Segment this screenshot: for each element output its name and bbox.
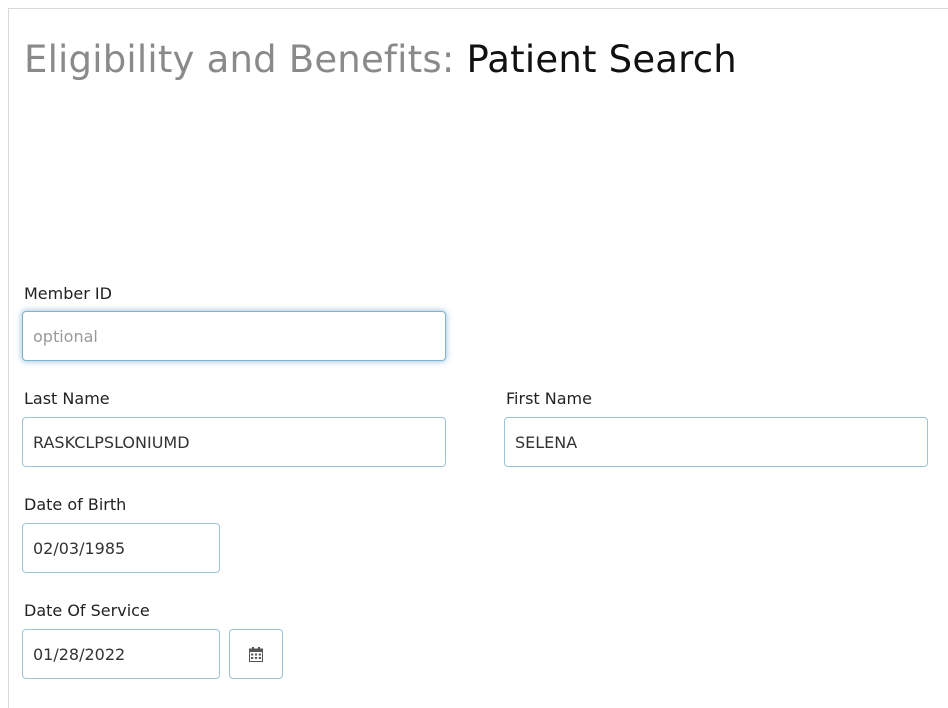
first-name-input[interactable] — [504, 417, 928, 467]
page-title: Eligibility and Benefits: Patient Search — [24, 36, 737, 84]
date-of-birth-label: Date of Birth — [24, 495, 127, 514]
last-name-input[interactable] — [22, 417, 446, 467]
page-title-main: Patient Search — [466, 38, 737, 81]
date-of-service-label: Date Of Service — [24, 601, 150, 620]
calendar-icon — [249, 646, 263, 662]
last-name-label: Last Name — [24, 389, 110, 408]
page-title-prefix: Eligibility and Benefits: — [24, 38, 455, 81]
member-id-input[interactable] — [22, 311, 446, 361]
date-of-service-input[interactable] — [22, 629, 220, 679]
member-id-label: Member ID — [24, 284, 112, 303]
date-of-service-calendar-button[interactable] — [229, 629, 283, 679]
date-of-birth-input[interactable] — [22, 523, 220, 573]
first-name-label: First Name — [506, 389, 592, 408]
